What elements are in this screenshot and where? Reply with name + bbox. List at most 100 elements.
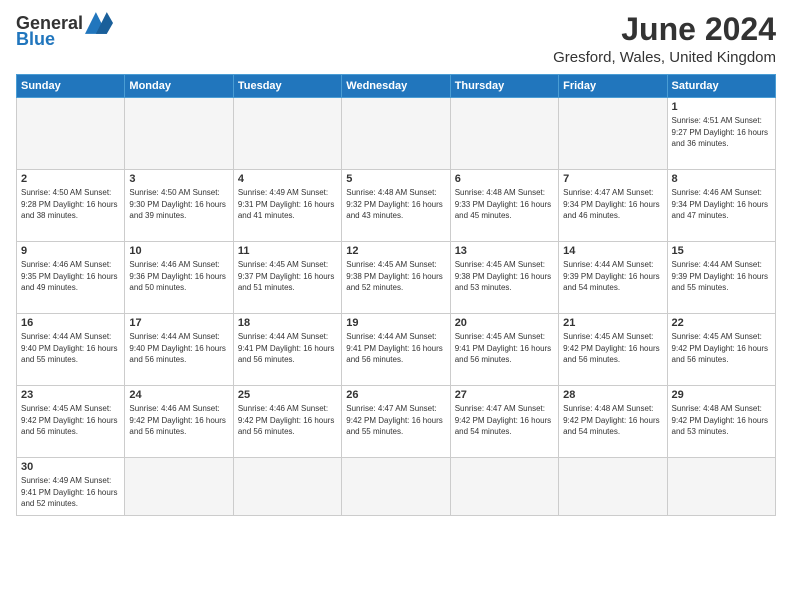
calendar-day-cell: 4 Sunrise: 4:49 AM Sunset: 9:31 PM Daylig…: [233, 170, 341, 242]
day-number: 16: [21, 317, 120, 329]
col-wednesday: Wednesday: [342, 75, 450, 98]
location: Gresford, Wales, United Kingdom: [553, 49, 776, 66]
day-number: 21: [563, 317, 662, 329]
calendar-day-cell: 22 Sunrise: 4:45 AM Sunset: 9:42 PM Dayli…: [667, 314, 775, 386]
day-number: 15: [672, 245, 771, 257]
calendar-day-cell: 1 Sunrise: 4:51 AM Sunset: 9:27 PM Daylig…: [667, 98, 775, 170]
calendar-day-cell: 24 Sunrise: 4:46 AM Sunset: 9:42 PM Dayli…: [125, 386, 233, 458]
day-number: 29: [672, 389, 771, 401]
day-info: Sunrise: 4:47 AM Sunset: 9:34 PM Dayligh…: [563, 187, 662, 222]
day-info: Sunrise: 4:47 AM Sunset: 9:42 PM Dayligh…: [455, 403, 554, 438]
calendar-day-cell: 6 Sunrise: 4:48 AM Sunset: 9:33 PM Daylig…: [450, 170, 558, 242]
calendar-day-cell: 17 Sunrise: 4:44 AM Sunset: 9:40 PM Dayli…: [125, 314, 233, 386]
title-block: June 2024 Gresford, Wales, United Kingdo…: [553, 12, 776, 66]
day-number: 12: [346, 245, 445, 257]
day-number: 25: [238, 389, 337, 401]
day-info: Sunrise: 4:44 AM Sunset: 9:40 PM Dayligh…: [129, 331, 228, 366]
day-info: Sunrise: 4:45 AM Sunset: 9:42 PM Dayligh…: [672, 331, 771, 366]
calendar-week-row: 2Sunrise: 4:50 AM Sunset: 9:28 PM Daylig…: [17, 170, 776, 242]
day-number: 6: [455, 173, 554, 185]
calendar-day-cell: 25 Sunrise: 4:46 AM Sunset: 9:42 PM Dayli…: [233, 386, 341, 458]
day-info: Sunrise: 4:49 AM Sunset: 9:31 PM Dayligh…: [238, 187, 337, 222]
calendar-day-cell: 10Sunrise: 4:46 AM Sunset: 9:36 PM Dayli…: [125, 242, 233, 314]
calendar-day-cell: [559, 458, 667, 516]
calendar-day-cell: [450, 458, 558, 516]
col-monday: Monday: [125, 75, 233, 98]
page: General Blue June 2024 Gresford, Wales, …: [0, 0, 792, 526]
day-info: Sunrise: 4:46 AM Sunset: 9:35 PM Dayligh…: [21, 259, 120, 294]
logo-icon: [85, 12, 113, 34]
calendar-day-cell: 21Sunrise: 4:45 AM Sunset: 9:42 PM Dayli…: [559, 314, 667, 386]
col-saturday: Saturday: [667, 75, 775, 98]
day-number: 20: [455, 317, 554, 329]
calendar-day-cell: 19Sunrise: 4:44 AM Sunset: 9:41 PM Dayli…: [342, 314, 450, 386]
calendar-day-cell: 23Sunrise: 4:45 AM Sunset: 9:42 PM Dayli…: [17, 386, 125, 458]
calendar-day-cell: [342, 98, 450, 170]
calendar-day-cell: 7 Sunrise: 4:47 AM Sunset: 9:34 PM Daylig…: [559, 170, 667, 242]
calendar-day-cell: 18 Sunrise: 4:44 AM Sunset: 9:41 PM Dayli…: [233, 314, 341, 386]
day-info: Sunrise: 4:48 AM Sunset: 9:32 PM Dayligh…: [346, 187, 445, 222]
day-number: 30: [21, 461, 120, 473]
day-info: Sunrise: 4:50 AM Sunset: 9:28 PM Dayligh…: [21, 187, 120, 222]
day-number: 9: [21, 245, 120, 257]
day-number: 26: [346, 389, 445, 401]
logo-blue-text: Blue: [16, 30, 55, 48]
calendar-day-cell: 5 Sunrise: 4:48 AM Sunset: 9:32 PM Daylig…: [342, 170, 450, 242]
calendar-day-cell: 14Sunrise: 4:44 AM Sunset: 9:39 PM Dayli…: [559, 242, 667, 314]
day-info: Sunrise: 4:48 AM Sunset: 9:42 PM Dayligh…: [672, 403, 771, 438]
day-number: 8: [672, 173, 771, 185]
calendar-week-row: 16 Sunrise: 4:44 AM Sunset: 9:40 PM Dayli…: [17, 314, 776, 386]
day-number: 1: [672, 101, 771, 113]
day-info: Sunrise: 4:45 AM Sunset: 9:37 PM Dayligh…: [238, 259, 337, 294]
day-info: Sunrise: 4:51 AM Sunset: 9:27 PM Dayligh…: [672, 115, 771, 150]
calendar-day-cell: [233, 458, 341, 516]
calendar-day-cell: [667, 458, 775, 516]
day-number: 4: [238, 173, 337, 185]
day-number: 28: [563, 389, 662, 401]
col-friday: Friday: [559, 75, 667, 98]
day-info: Sunrise: 4:45 AM Sunset: 9:38 PM Dayligh…: [455, 259, 554, 294]
day-number: 17: [129, 317, 228, 329]
day-info: Sunrise: 4:48 AM Sunset: 9:42 PM Dayligh…: [563, 403, 662, 438]
day-number: 22: [672, 317, 771, 329]
calendar-week-row: 9 Sunrise: 4:46 AM Sunset: 9:35 PM Daylig…: [17, 242, 776, 314]
month-title: June 2024: [553, 12, 776, 47]
day-info: Sunrise: 4:50 AM Sunset: 9:30 PM Dayligh…: [129, 187, 228, 222]
calendar-day-cell: [233, 98, 341, 170]
calendar-day-cell: 13 Sunrise: 4:45 AM Sunset: 9:38 PM Dayli…: [450, 242, 558, 314]
day-info: Sunrise: 4:45 AM Sunset: 9:42 PM Dayligh…: [21, 403, 120, 438]
calendar-day-cell: 28 Sunrise: 4:48 AM Sunset: 9:42 PM Dayli…: [559, 386, 667, 458]
col-tuesday: Tuesday: [233, 75, 341, 98]
col-thursday: Thursday: [450, 75, 558, 98]
day-info: Sunrise: 4:44 AM Sunset: 9:40 PM Dayligh…: [21, 331, 120, 366]
day-info: Sunrise: 4:49 AM Sunset: 9:41 PM Dayligh…: [21, 475, 120, 510]
calendar-day-cell: 16 Sunrise: 4:44 AM Sunset: 9:40 PM Dayli…: [17, 314, 125, 386]
day-info: Sunrise: 4:45 AM Sunset: 9:38 PM Dayligh…: [346, 259, 445, 294]
day-number: 5: [346, 173, 445, 185]
day-info: Sunrise: 4:44 AM Sunset: 9:39 PM Dayligh…: [563, 259, 662, 294]
day-number: 24: [129, 389, 228, 401]
day-info: Sunrise: 4:44 AM Sunset: 9:41 PM Dayligh…: [346, 331, 445, 366]
calendar-day-cell: 12 Sunrise: 4:45 AM Sunset: 9:38 PM Dayli…: [342, 242, 450, 314]
calendar-day-cell: 30 Sunrise: 4:49 AM Sunset: 9:41 PM Dayli…: [17, 458, 125, 516]
calendar-day-cell: 15 Sunrise: 4:44 AM Sunset: 9:39 PM Dayli…: [667, 242, 775, 314]
calendar-day-cell: 8Sunrise: 4:46 AM Sunset: 9:34 PM Daylig…: [667, 170, 775, 242]
col-sunday: Sunday: [17, 75, 125, 98]
calendar-day-cell: 27 Sunrise: 4:47 AM Sunset: 9:42 PM Dayli…: [450, 386, 558, 458]
calendar-week-row: 30 Sunrise: 4:49 AM Sunset: 9:41 PM Dayli…: [17, 458, 776, 516]
day-info: Sunrise: 4:48 AM Sunset: 9:33 PM Dayligh…: [455, 187, 554, 222]
day-number: 10: [129, 245, 228, 257]
day-number: 7: [563, 173, 662, 185]
header: General Blue June 2024 Gresford, Wales, …: [16, 12, 776, 66]
day-info: Sunrise: 4:44 AM Sunset: 9:39 PM Dayligh…: [672, 259, 771, 294]
day-number: 13: [455, 245, 554, 257]
day-info: Sunrise: 4:46 AM Sunset: 9:42 PM Dayligh…: [129, 403, 228, 438]
day-number: 27: [455, 389, 554, 401]
calendar-day-cell: 29 Sunrise: 4:48 AM Sunset: 9:42 PM Dayli…: [667, 386, 775, 458]
day-info: Sunrise: 4:44 AM Sunset: 9:41 PM Dayligh…: [238, 331, 337, 366]
calendar-day-cell: 26Sunrise: 4:47 AM Sunset: 9:42 PM Dayli…: [342, 386, 450, 458]
day-number: 11: [238, 245, 337, 257]
day-number: 18: [238, 317, 337, 329]
calendar-day-cell: [559, 98, 667, 170]
day-info: Sunrise: 4:46 AM Sunset: 9:42 PM Dayligh…: [238, 403, 337, 438]
